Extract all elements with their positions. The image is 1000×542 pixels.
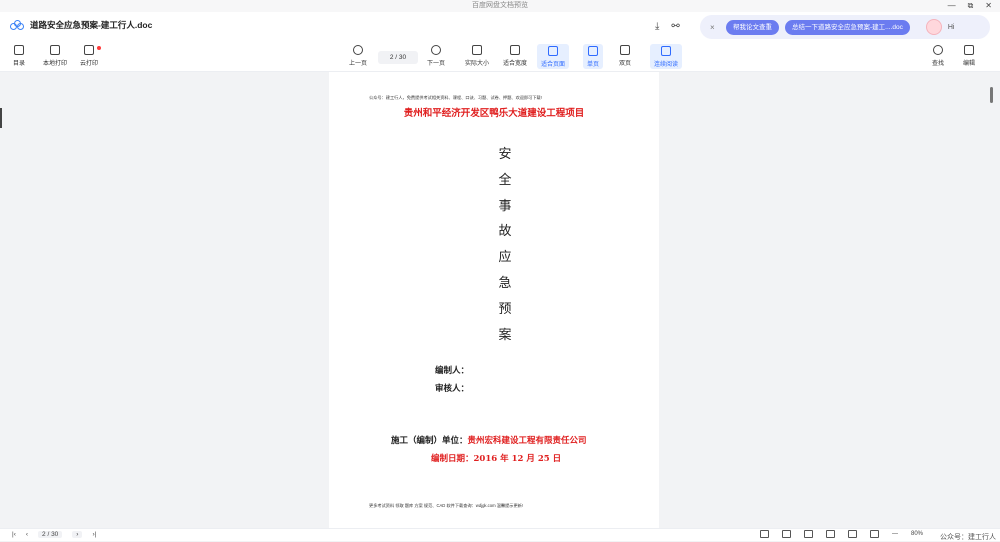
view-controls: — 80%: [760, 530, 923, 538]
document-page: 公众号：建工行人，免费提供考试相关资料、课程、口诀、习题、试卷、押题、欢迎即可下…: [329, 72, 659, 528]
arrow-right-icon: [431, 45, 441, 55]
search-icon: [933, 45, 943, 55]
document-viewer[interactable]: 公众号：建工行人，免费提供考试相关资料、课程、口诀、习题、试卷、押题、欢迎即可下…: [0, 72, 1000, 528]
scroll-view-icon[interactable]: [804, 530, 813, 538]
catalog-icon: [14, 45, 24, 55]
zoom-level[interactable]: 80%: [911, 531, 923, 537]
ai-chip-plagiarism-check[interactable]: 帮我论文查重: [726, 19, 779, 35]
title-char: 急: [498, 275, 512, 291]
project-title: 贵州和平经济开发区鸭乐大道建设工程项目: [403, 108, 585, 119]
single-view-icon[interactable]: [760, 530, 769, 538]
edit-button[interactable]: 编辑: [963, 45, 975, 67]
fit-page-icon: [548, 46, 558, 56]
double-page-icon: [620, 45, 630, 55]
pencil-icon: [964, 45, 974, 55]
first-page-icon[interactable]: |‹: [12, 531, 16, 538]
ai-close-icon[interactable]: ×: [710, 23, 720, 32]
close-icon[interactable]: ✕: [985, 0, 992, 12]
minimize-icon[interactable]: —: [948, 0, 956, 12]
width-view-icon[interactable]: [848, 530, 857, 538]
status-page-indicator[interactable]: 2 / 30: [38, 531, 63, 538]
double-view-icon[interactable]: [782, 530, 791, 538]
fit-view-icon[interactable]: [826, 530, 835, 538]
single-page-button[interactable]: 单页: [583, 44, 604, 69]
double-page-label: 双页: [619, 61, 632, 67]
unit-line: 施工（编制）单位：贵州宏科建设工程有限责任公司: [391, 434, 587, 446]
prev-page-icon[interactable]: ‹: [26, 531, 28, 538]
title-char: 预: [498, 301, 512, 317]
document-tabbar: 道路安全应急预案-建工行人.doc ⤓ ⚯ × 帮我论文查重 总结一下道路安全应…: [0, 12, 1000, 42]
date-line: 编制日期：2016 年 12 月 25 日: [431, 454, 562, 464]
fit-width-label: 适合宽度: [503, 61, 528, 67]
unit-label: 施工（编制）单位：: [391, 436, 468, 446]
title-char: 事: [498, 198, 512, 214]
prev-page-button[interactable]: 上一页: [349, 45, 367, 67]
ai-avatar[interactable]: [925, 19, 942, 35]
unit-value: 贵州宏科建设工程有限责任公司: [467, 436, 587, 446]
compiler-line: 编制人：: [435, 366, 470, 376]
footer-note: 更多考试资料 领取 题库 方案 规范、CAD 软件下载查询：wdjgk.com …: [369, 503, 524, 508]
ai-assistant-bar: × 帮我论文查重 总结一下道路安全应急预案-建工....doc Hi: [700, 15, 990, 39]
document-tab[interactable]: 道路安全应急预案-建工行人.doc: [10, 19, 152, 31]
actual-size-icon: [472, 45, 482, 55]
document-filename: 道路安全应急预案-建工行人.doc: [30, 20, 153, 30]
edit-label: 编辑: [963, 61, 976, 67]
cloud-printer-icon: [84, 45, 94, 55]
notification-dot: [97, 46, 102, 50]
fit-page-label: 适合页面: [541, 62, 566, 68]
catalog-label: 目录: [13, 61, 26, 67]
title-char: 案: [498, 327, 512, 343]
ai-greeting: Hi: [947, 23, 955, 31]
cloud-print-label: 云打印: [80, 61, 99, 67]
continuous-read-icon: [661, 46, 671, 56]
printer-icon: [50, 45, 60, 55]
vertical-scrollbar[interactable]: [990, 87, 993, 103]
header-note: 公众号：建工行人，免费提供考试相关资料、课程、口诀、习题、试卷、押题、欢迎即可下…: [369, 95, 542, 100]
continuous-read-button[interactable]: 连续阅读: [650, 44, 683, 69]
vertical-title: 安 全 事 故 应 急 预 案: [495, 142, 515, 348]
title-char: 安: [498, 147, 512, 162]
double-page-button[interactable]: 双页: [619, 45, 631, 67]
next-page-button[interactable]: 下一页: [427, 45, 445, 67]
fit-width-button[interactable]: 适合宽度: [503, 45, 527, 67]
page-indicator[interactable]: 2 / 30: [378, 51, 418, 64]
page-view-icon[interactable]: [870, 530, 879, 538]
zoom-out-icon[interactable]: —: [892, 531, 898, 537]
restore-icon[interactable]: ⧉: [968, 0, 974, 12]
last-page-icon[interactable]: ›|: [92, 531, 96, 538]
share-icon[interactable]: ⚯: [671, 21, 679, 32]
fit-width-icon: [510, 45, 520, 55]
single-page-label: 单页: [587, 62, 600, 68]
actual-size-label: 实际大小: [465, 61, 490, 67]
fit-page-button[interactable]: 适合页面: [537, 44, 570, 69]
title-char: 应: [498, 250, 512, 266]
reviewer-line: 审核人：: [435, 384, 470, 394]
ai-chip-summarize[interactable]: 总结一下道路安全应急预案-建工....doc: [785, 19, 910, 35]
window-title: 百度网盘文档预览: [472, 2, 528, 9]
local-print-label: 本地打印: [43, 61, 68, 67]
title-char: 故: [498, 224, 512, 240]
window-controls: — ⧉ ✕: [948, 0, 992, 12]
single-page-icon: [588, 46, 598, 56]
catalog-button[interactable]: 目录: [13, 45, 25, 67]
find-button[interactable]: 查找: [932, 45, 944, 67]
find-label: 查找: [932, 61, 945, 67]
title-char: 全: [498, 172, 512, 188]
next-page-icon[interactable]: ›: [72, 531, 83, 538]
continuous-read-label: 连续阅读: [654, 62, 679, 68]
download-icon[interactable]: ⤓: [655, 21, 659, 32]
arrow-left-icon: [353, 45, 363, 55]
baidu-cloud-icon: [10, 20, 24, 30]
local-print-button[interactable]: 本地打印: [43, 45, 67, 67]
next-page-label: 下一页: [427, 61, 446, 67]
statusbar: |‹ ‹ 2 / 30 › ›| — 80%: [0, 528, 1000, 541]
window-titlebar: 百度网盘文档预览 — ⧉ ✕: [0, 0, 1000, 12]
cloud-print-button[interactable]: 云打印: [80, 45, 102, 67]
text-cursor: [0, 108, 2, 128]
viewer-toolbar: 目录 本地打印 云打印 上一页 2 / 30 下一页 实际大小 适合宽度 适合页…: [0, 42, 1000, 72]
page-navigation: |‹ ‹ 2 / 30 › ›|: [12, 531, 96, 538]
actual-size-button[interactable]: 实际大小: [465, 45, 489, 67]
prev-page-label: 上一页: [349, 61, 368, 67]
tab-actions: ⤓ ⚯: [655, 21, 680, 32]
